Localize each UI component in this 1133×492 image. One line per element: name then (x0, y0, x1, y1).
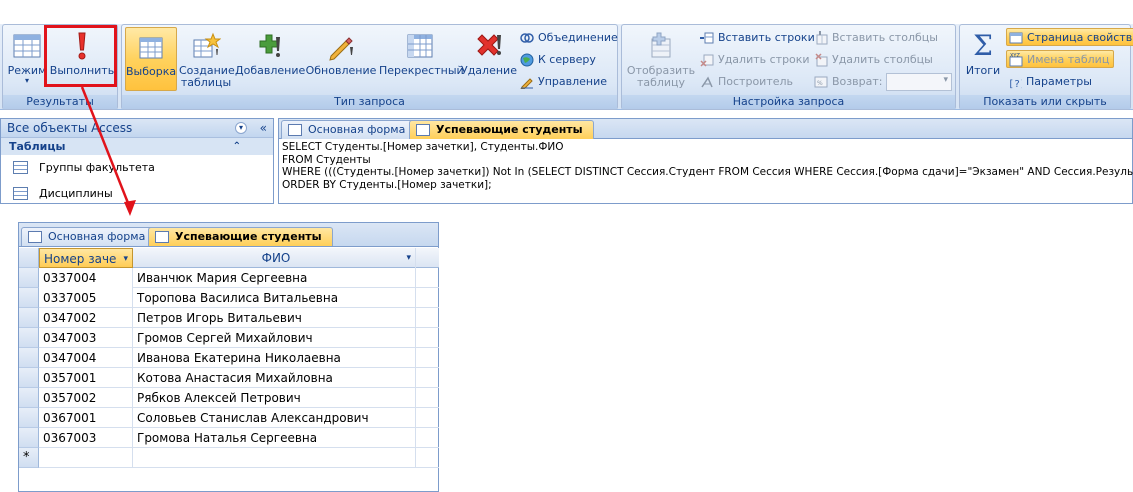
row-selector[interactable] (19, 368, 39, 388)
cell-empty[interactable] (39, 448, 133, 468)
cell-fio[interactable]: Громов Сергей Михайлович (133, 328, 416, 348)
table-row[interactable]: 0367003 Громова Наталья Сергеевна (19, 428, 439, 448)
row-selector[interactable] (19, 328, 39, 348)
table-row[interactable]: 0357001 Котова Анастасия Михайловна (19, 368, 439, 388)
cell-fio[interactable]: Торопова Василиса Витальевна (133, 288, 416, 308)
table-row[interactable]: 0347003 Громов Сергей Михайлович (19, 328, 439, 348)
cell-record-number[interactable]: 0337005 (39, 288, 133, 308)
cell-record-number[interactable]: 0337004 (39, 268, 133, 288)
table-row[interactable]: 0357002 Рябков Алексей Петрович (19, 388, 439, 408)
table-row[interactable]: 0337004 Иванчюк Мария Сергеевна (19, 268, 439, 288)
cell-record-number[interactable]: 0347004 (39, 348, 133, 368)
select-all-corner[interactable] (19, 248, 39, 268)
table-row[interactable]: 0347004 Иванова Екатерина Николаевна (19, 348, 439, 368)
row-selector[interactable] (19, 308, 39, 328)
table-row[interactable]: 0367001 Соловьев Станислав Александрович (19, 408, 439, 428)
cell-record-number[interactable]: 0357001 (39, 368, 133, 388)
cell-fio[interactable]: Иванчюк Мария Сергеевна (133, 268, 416, 288)
cell-fio[interactable]: Рябков Алексей Петрович (133, 388, 416, 408)
grid-header-row: Номер заче ▾ ФИО ▾ (19, 248, 439, 268)
cell-fio[interactable]: Иванова Екатерина Николаевна (133, 348, 416, 368)
cell-record-number[interactable]: 0367003 (39, 428, 133, 448)
cell-record-number[interactable]: 0357002 (39, 388, 133, 408)
query-icon (155, 231, 169, 243)
cell-fio[interactable]: Петров Игорь Витальевич (133, 308, 416, 328)
column-filter-arrow-icon[interactable]: ▾ (406, 248, 411, 268)
row-selector[interactable]: * (19, 448, 39, 468)
row-selector[interactable] (19, 268, 39, 288)
datasheet-grid: Номер заче ▾ ФИО ▾ 0337004 Иванчюк Мария … (19, 248, 439, 468)
cell-record-number[interactable]: 0347003 (39, 328, 133, 348)
tab-label: Успевающие студенты (175, 230, 322, 243)
column-filter-arrow-icon[interactable]: ▾ (123, 249, 128, 267)
tab-passing-students[interactable]: Успевающие студенты (148, 227, 333, 246)
new-record-marker: * (23, 450, 30, 465)
column-header-fio[interactable]: ФИО ▾ (133, 248, 416, 268)
cell-record-number[interactable]: 0347002 (39, 308, 133, 328)
row-selector[interactable] (19, 408, 39, 428)
cell-fio[interactable]: Громова Наталья Сергеевна (133, 428, 416, 448)
result-tabs: Основная форма Успевающие студенты (19, 223, 438, 247)
cell-record-number[interactable]: 0367001 (39, 408, 133, 428)
form-icon (28, 231, 42, 243)
query-result-window: Основная форма Успевающие студенты Номер… (18, 222, 439, 492)
new-record-row[interactable]: * (19, 448, 439, 468)
row-selector[interactable] (19, 348, 39, 368)
table-row[interactable]: 0337005 Торопова Василиса Витальевна (19, 288, 439, 308)
column-header-label: ФИО (261, 251, 291, 265)
cell-fio[interactable]: Соловьев Станислав Александрович (133, 408, 416, 428)
row-selector[interactable] (19, 288, 39, 308)
table-row[interactable]: 0347002 Петров Игорь Витальевич (19, 308, 439, 328)
column-header-label: Номер заче (44, 252, 117, 266)
tab-label: Основная форма (48, 230, 146, 243)
column-header-record-number[interactable]: Номер заче ▾ (39, 248, 133, 268)
cell-empty[interactable] (133, 448, 416, 468)
row-selector[interactable] (19, 428, 39, 448)
cell-fio[interactable]: Котова Анастасия Михайловна (133, 368, 416, 388)
row-selector[interactable] (19, 388, 39, 408)
tab-main-form[interactable]: Основная форма (21, 227, 157, 246)
